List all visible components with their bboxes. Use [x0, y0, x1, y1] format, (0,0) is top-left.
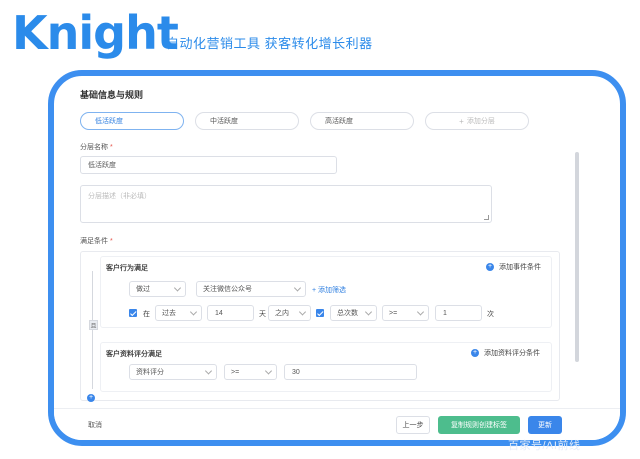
copy-create-tag-button[interactable]: 复制规则创建标签 — [438, 416, 520, 434]
prev-step-button[interactable]: 上一步 — [396, 416, 430, 434]
condition-label: 满足条件 * — [80, 236, 113, 246]
logic-and-tag[interactable]: 且 — [89, 320, 98, 330]
days-input[interactable]: 14 — [207, 305, 254, 321]
tab-mid-activity[interactable]: 中活跃度 — [195, 112, 299, 130]
plus-circle-icon: + — [486, 263, 494, 271]
chevron-down-icon — [293, 284, 302, 292]
layer-name-label-text: 分层名称 — [80, 144, 108, 151]
plus-icon: + — [459, 116, 464, 126]
add-event-condition-label: 添加事件条件 — [499, 264, 541, 271]
chevron-down-icon — [204, 367, 213, 375]
required-mark: * — [110, 238, 113, 245]
chevron-down-icon — [364, 308, 373, 316]
chevron-down-icon — [416, 308, 425, 316]
day-unit: 天 — [259, 311, 266, 318]
count-operator-select[interactable]: >= — [382, 305, 429, 321]
add-layer-label: 添加分层 — [466, 118, 495, 125]
event-name-value: 关注微信公众号 — [203, 286, 252, 293]
behavior-group-title: 客户行为满足 — [106, 265, 148, 272]
within-select[interactable]: 之内 — [268, 305, 311, 321]
count-input[interactable]: 1 — [435, 305, 482, 321]
score-group-title: 客户资料评分满足 — [106, 351, 162, 358]
count-operator-value: >= — [389, 309, 398, 317]
score-operator-select[interactable]: >= — [224, 364, 277, 380]
time-condition-checkbox[interactable] — [129, 309, 137, 317]
logic-bracket — [92, 271, 100, 389]
count-unit: 次 — [487, 311, 494, 318]
add-group-icon[interactable]: + — [87, 394, 95, 402]
score-operator-value: >= — [231, 368, 240, 376]
chevron-down-icon — [298, 308, 307, 316]
layer-name-input[interactable]: 低活跃度 — [80, 156, 337, 174]
scrollbar[interactable] — [575, 152, 579, 362]
layer-tabs: 低活跃度 中活跃度 高活跃度 + 添加分层 — [80, 112, 529, 130]
form-footer: 取消 上一步 复制规则创建标签 更新 — [54, 408, 620, 440]
knight-logo: Knight — [12, 4, 179, 62]
count-condition-checkbox[interactable] — [316, 309, 324, 317]
description-textarea[interactable]: 分层描述（非必填） — [80, 185, 492, 223]
score-field-value: 资料评分 — [136, 369, 164, 376]
logo-text: Knight — [12, 6, 179, 60]
tab-low-activity[interactable]: 低活跃度 — [80, 112, 184, 130]
slogan: 自动化营销工具 获客转化增长利器 — [166, 36, 373, 51]
add-event-condition-button[interactable]: + 添加事件条件 — [486, 262, 541, 272]
chevron-down-icon — [264, 367, 273, 375]
time-mode-value: 过去 — [162, 310, 176, 317]
section-title: 基础信息与规则 — [80, 90, 144, 100]
add-filter-link[interactable]: + 添加筛选 — [312, 285, 346, 295]
within-value: 之内 — [275, 310, 289, 317]
update-button[interactable]: 更新 — [528, 416, 562, 434]
layer-name-label: 分层名称 * — [80, 142, 113, 152]
app-frame: 基础信息与规则 低活跃度 中活跃度 高活跃度 + 添加分层 分层名称 * 低活跃度… — [48, 70, 626, 446]
tab-high-activity[interactable]: 高活跃度 — [310, 112, 414, 130]
add-score-condition-label: 添加资料评分条件 — [484, 350, 540, 357]
required-mark: * — [110, 144, 113, 151]
cancel-button[interactable]: 取消 — [80, 416, 110, 434]
plus-circle-icon: + — [471, 349, 479, 357]
metric-select[interactable]: 总次数 — [330, 305, 377, 321]
event-name-select[interactable]: 关注微信公众号 — [196, 281, 306, 297]
add-layer-button[interactable]: + 添加分层 — [425, 112, 529, 130]
metric-value: 总次数 — [337, 310, 358, 317]
chevron-down-icon — [173, 284, 182, 292]
watermark: 百家号/AI前线 — [508, 440, 581, 452]
add-score-condition-button[interactable]: + 添加资料评分条件 — [471, 348, 540, 358]
description-placeholder: 分层描述（非必填） — [88, 193, 151, 200]
event-verb-value: 做过 — [136, 286, 150, 293]
chevron-down-icon — [189, 308, 198, 316]
score-field-select[interactable]: 资料评分 — [129, 364, 217, 380]
in-label: 在 — [143, 311, 150, 318]
time-mode-select[interactable]: 过去 — [155, 305, 202, 321]
resize-handle-icon[interactable] — [484, 215, 489, 220]
event-verb-select[interactable]: 做过 — [129, 281, 186, 297]
score-value-input[interactable]: 30 — [284, 364, 417, 380]
condition-label-text: 满足条件 — [80, 238, 108, 245]
